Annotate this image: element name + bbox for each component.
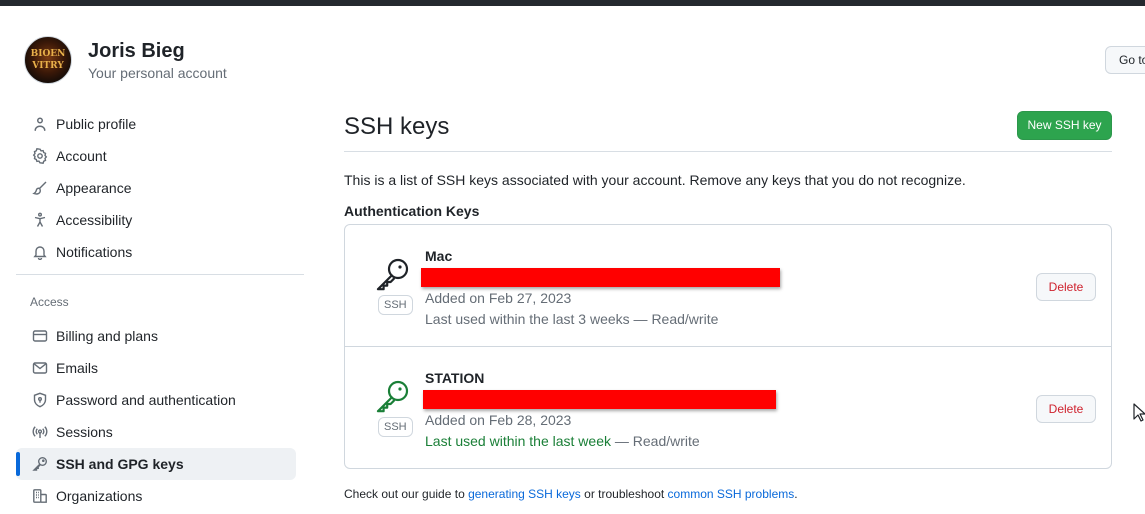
generating-ssh-keys-link[interactable]: generating SSH keys [468, 487, 581, 501]
go-to-profile-button[interactable]: Go to [1105, 46, 1145, 74]
sidebar-item-account[interactable]: Account [16, 140, 296, 172]
user-subtitle: Your personal account [88, 65, 227, 81]
section-heading-authentication-keys: Authentication Keys [344, 203, 480, 219]
key-icon [375, 379, 411, 415]
sidebar-item-label: Organizations [56, 488, 143, 504]
top-bar [0, 0, 1145, 6]
user-name[interactable]: Joris Bieg [88, 38, 227, 64]
sidebar-item-label: Emails [56, 360, 99, 376]
sidebar-item-label: Accessibility [56, 212, 133, 228]
sidebar-item-label: Sessions [56, 424, 113, 440]
footer-prefix: Check out our guide to [344, 487, 469, 501]
sidebar-item-label: Public profile [56, 116, 137, 132]
footer-help-text: Check out our guide to generating SSH ke… [344, 487, 798, 501]
mail-icon [32, 360, 48, 376]
sidebar-item-ssh-gpg-keys[interactable]: SSH and GPG keys [16, 448, 296, 480]
key-last-used: Last used within the last 3 weeks — Read… [425, 311, 718, 327]
sidebar-item-label: Account [56, 148, 107, 164]
page-title: SSH keys [344, 113, 450, 140]
ssh-key-row: SSH STATION Added on Feb 28, 2023 Last u… [345, 347, 1111, 469]
sidebar-item-label: Appearance [56, 180, 132, 196]
sidebar-item-accessibility[interactable]: Accessibility [16, 204, 296, 236]
access-level: — Read/write [629, 311, 719, 327]
sidebar-heading-access: Access [30, 295, 69, 309]
paintbrush-icon [32, 180, 48, 196]
ssh-key-row: SSH Mac Added on Feb 27, 2023 Last used … [345, 225, 1111, 347]
gear-icon [32, 148, 48, 164]
sidebar-nav-access: Billing and plans Emails Password and au… [16, 320, 296, 512]
avatar-text-line2: VITRY [32, 61, 64, 71]
ssh-label: SSH [378, 417, 413, 437]
sidebar-item-public-profile[interactable]: Public profile [16, 108, 296, 140]
user-info: Joris Bieg Your personal account [88, 38, 227, 82]
access-level: — Read/write [611, 433, 700, 449]
key-title: STATION [425, 370, 485, 386]
broadcast-icon [32, 424, 48, 440]
avatar-text-line1: BIOEN [30, 49, 66, 59]
accessibility-icon [32, 212, 48, 228]
footer-suffix: . [794, 487, 798, 501]
delete-button[interactable]: Delete [1036, 273, 1096, 301]
sidebar-item-sessions[interactable]: Sessions [16, 416, 296, 448]
redacted-fingerprint [421, 268, 780, 287]
shield-lock-icon [32, 392, 48, 408]
key-icon [375, 257, 411, 293]
key-icon [32, 456, 48, 472]
last-used-text: Last used within the last 3 weeks [425, 311, 630, 327]
footer-middle: or troubleshoot [580, 487, 668, 501]
ssh-keys-list: SSH Mac Added on Feb 27, 2023 Last used … [344, 224, 1112, 469]
sidebar-item-label: Notifications [56, 244, 133, 260]
sidebar-item-emails[interactable]: Emails [16, 352, 296, 384]
key-added-date: Added on Feb 28, 2023 [425, 412, 572, 428]
sidebar-item-label: Password and authentication [56, 392, 236, 408]
new-ssh-key-button[interactable]: New SSH key [1017, 111, 1112, 140]
avatar[interactable]: BIOEN VITRY [24, 36, 72, 84]
sidebar-item-appearance[interactable]: Appearance [16, 172, 296, 204]
ssh-label: SSH [378, 295, 413, 315]
title-divider [344, 151, 1112, 152]
redacted-fingerprint [423, 390, 776, 409]
mouse-cursor-icon [1133, 403, 1145, 422]
sidebar-item-organizations[interactable]: Organizations [16, 480, 296, 512]
sidebar-item-label: Billing and plans [56, 328, 158, 344]
credit-card-icon [32, 328, 48, 344]
last-used-text: Last used within the last week [425, 433, 611, 449]
key-title: Mac [425, 248, 453, 264]
delete-button[interactable]: Delete [1036, 395, 1096, 423]
sidebar-divider [16, 274, 304, 275]
organization-icon [32, 488, 48, 504]
sidebar-nav-top: Public profile Account Appearance Access… [16, 108, 296, 268]
sidebar-item-notifications[interactable]: Notifications [16, 236, 296, 268]
sidebar-item-billing[interactable]: Billing and plans [16, 320, 296, 352]
intro-text: This is a list of SSH keys associated wi… [344, 172, 966, 188]
key-last-used: Last used within the last week — Read/wr… [425, 433, 700, 449]
key-added-date: Added on Feb 27, 2023 [425, 290, 572, 306]
user-header: BIOEN VITRY Joris Bieg Your personal acc… [24, 36, 227, 84]
sidebar-item-label: SSH and GPG keys [56, 456, 184, 472]
bell-icon [32, 244, 48, 260]
common-ssh-problems-link[interactable]: common SSH problems [668, 487, 795, 501]
sidebar-item-password-authentication[interactable]: Password and authentication [16, 384, 296, 416]
person-icon [32, 116, 48, 132]
